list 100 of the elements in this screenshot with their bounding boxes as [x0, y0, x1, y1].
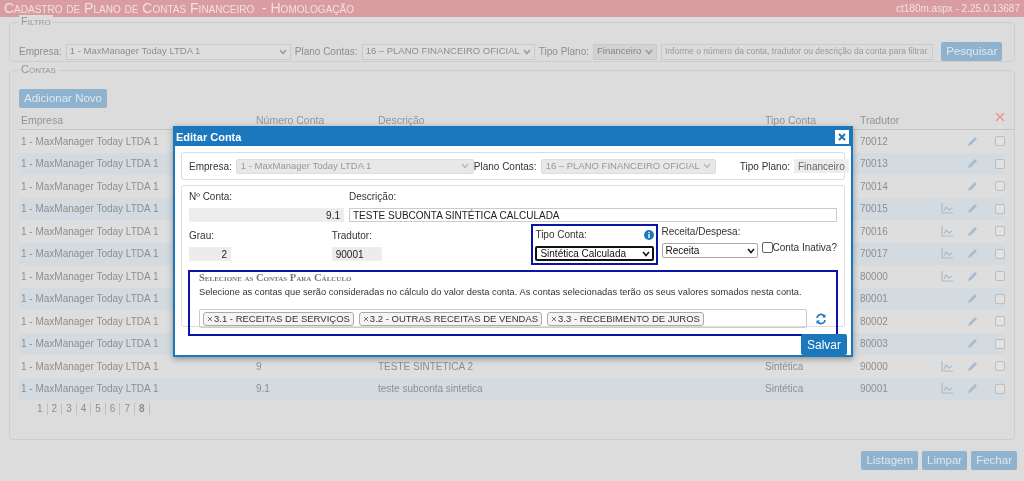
company-select[interactable]: 1 - MaxManager Today LTDA 1	[65, 43, 291, 60]
edit-icon[interactable]	[966, 270, 978, 282]
row-checkbox[interactable]	[995, 158, 1005, 169]
caret-icon	[522, 48, 531, 55]
chart-icon[interactable]	[940, 203, 954, 215]
page-link[interactable]: 7	[120, 403, 135, 415]
edit-icon[interactable]	[966, 338, 978, 350]
table-cell-text: 80001	[860, 292, 888, 307]
revenue-select[interactable]: Receita	[661, 243, 758, 258]
plan-select[interactable]: 16 – PLANO FINANCEIRO OFICIAL	[361, 43, 535, 60]
table-cell-text: 1 - MaxManager Today LTDA 1	[21, 202, 159, 217]
footer-button[interactable]: Listagem	[861, 451, 919, 470]
selected-tag[interactable]: 3.1 - RECEITAS DE SERVIÇOS	[203, 311, 354, 326]
field-label: Tipo Plano:	[739, 159, 790, 174]
group-legend: Selecione as Contas Para Cálculo	[199, 271, 827, 284]
field-label: Receita/Despesa:	[661, 225, 742, 239]
field-label: Tipo Conta:	[535, 228, 587, 242]
version-text: ct180m.aspx - 2.25.0.13687	[896, 2, 1020, 16]
page-link[interactable]: 5	[91, 403, 106, 415]
field-label: Empresa:	[19, 45, 62, 59]
edit-icon[interactable]	[966, 383, 978, 395]
field-label: Tradutor:	[331, 229, 373, 243]
footer-button[interactable]: Limpar	[922, 451, 968, 470]
add-button[interactable]: Adicionar Novo	[19, 89, 107, 108]
row-checkbox[interactable]	[995, 181, 1005, 192]
row-checkbox[interactable]	[995, 293, 1005, 304]
caret-icon	[645, 48, 653, 55]
refresh-icon[interactable]	[815, 312, 827, 325]
footer-button[interactable]: Fechar	[971, 451, 1017, 470]
table-cell-text: 1 - MaxManager Today LTDA 1	[21, 179, 159, 194]
chart-icon[interactable]	[940, 248, 954, 260]
selected-tag[interactable]: 3.3 - RECEBIMENTO DE JUROS	[547, 311, 704, 326]
row-checkbox[interactable]	[995, 271, 1005, 282]
search-button[interactable]: Pesquisar	[941, 42, 1003, 61]
row-checkbox[interactable]	[995, 226, 1005, 237]
edit-icon[interactable]	[966, 203, 978, 215]
table-cell-text: 80002	[860, 314, 888, 329]
remove-icon[interactable]	[362, 315, 369, 322]
column-header: Empresa	[21, 113, 63, 128]
close-button[interactable]	[835, 130, 849, 144]
caret-icon	[641, 250, 650, 257]
page-link[interactable]: 1	[33, 403, 48, 415]
page-link[interactable]: 6	[105, 403, 121, 415]
caret-icon	[702, 163, 711, 169]
row-checkbox[interactable]	[995, 248, 1005, 259]
table-cell-text: TESTE SINTETICA 2	[378, 359, 474, 374]
table-cell-text: 1 - MaxManager Today LTDA 1	[21, 224, 159, 239]
edit-icon[interactable]	[966, 315, 978, 327]
chart-icon[interactable]	[940, 225, 954, 237]
field-label: Grau:	[189, 229, 215, 243]
column-header: Tipo Conta	[765, 113, 816, 128]
table-cell-text: Sintética	[765, 382, 804, 397]
row-checkbox[interactable]	[995, 203, 1005, 214]
edit-icon[interactable]	[966, 293, 978, 305]
description-field[interactable]: TESTE SUBCONTA SINTÉTICA CALCULADA	[349, 208, 837, 222]
chart-icon[interactable]	[940, 360, 954, 372]
remove-icon[interactable]	[207, 315, 213, 322]
edit-icon[interactable]	[966, 248, 978, 260]
dialog-title: Editar Conta	[176, 129, 242, 145]
table-cell-text: 1 - MaxManager Today LTDA 1	[21, 247, 159, 262]
table-cell-text: 1 - MaxManager Today LTDA 1	[21, 157, 159, 172]
table-cell-text: 1 - MaxManager Today LTDA 1	[21, 134, 159, 149]
remove-icon[interactable]	[551, 315, 558, 322]
row-checkbox[interactable]	[995, 361, 1005, 372]
page-link[interactable]: 4	[76, 403, 92, 415]
column-header: Número Conta	[256, 113, 325, 128]
table-cell-text: 1 - MaxManager Today LTDA 1	[21, 382, 159, 397]
edit-icon[interactable]	[966, 158, 978, 170]
row-checkbox[interactable]	[995, 383, 1005, 394]
table-cell-text: 70014	[860, 179, 888, 194]
chart-icon[interactable]	[940, 270, 954, 282]
edit-icon[interactable]	[966, 225, 978, 237]
table-cell-text: Sintética	[765, 359, 804, 374]
info-icon	[643, 229, 654, 240]
edit-icon[interactable]	[966, 360, 978, 372]
account-picker[interactable]: 3.1 - RECEITAS DE SERVIÇOS 3.2 - OUTRAS RECEITAS DE VENDAS 3.3 - RECEBIMENTO DE JUROS	[199, 309, 807, 328]
page-title: Cadastro de Plano de Contas Financeiro - Homologação	[4, 0, 354, 17]
caret-icon	[746, 247, 755, 254]
panel-legend: Filtro	[19, 15, 53, 28]
plan-select[interactable]: 16 – PLANO FINANCEIRO OFICIAL	[540, 158, 716, 174]
edit-icon[interactable]	[966, 180, 978, 192]
company-select[interactable]: 1 - MaxManager Today LTDA 1	[235, 158, 474, 174]
row-checkbox[interactable]	[995, 338, 1005, 349]
table-cell-text: 80003	[860, 337, 888, 352]
delete-icon[interactable]	[995, 112, 1005, 122]
account-number-field: 9.1	[189, 208, 344, 222]
edit-icon[interactable]	[966, 135, 978, 147]
save-button[interactable]: Salvar	[801, 334, 847, 355]
caret-icon	[278, 48, 287, 55]
row-checkbox[interactable]	[995, 136, 1005, 147]
row-checkbox[interactable]	[995, 316, 1005, 327]
column-header: Tradutor	[860, 113, 900, 128]
selected-tag[interactable]: 3.2 - OUTRAS RECEITAS DE VENDAS	[358, 311, 543, 326]
table-cell-text: 1 - MaxManager Today LTDA 1	[21, 337, 159, 352]
page-link[interactable]: 3	[62, 403, 77, 415]
chart-icon[interactable]	[940, 383, 954, 395]
table-cell-text: 9.1	[256, 382, 270, 397]
page-link[interactable]: 8	[134, 403, 150, 415]
account-type-select[interactable]: Sintética Calculada	[535, 246, 654, 261]
page-link[interactable]: 2	[47, 403, 63, 415]
